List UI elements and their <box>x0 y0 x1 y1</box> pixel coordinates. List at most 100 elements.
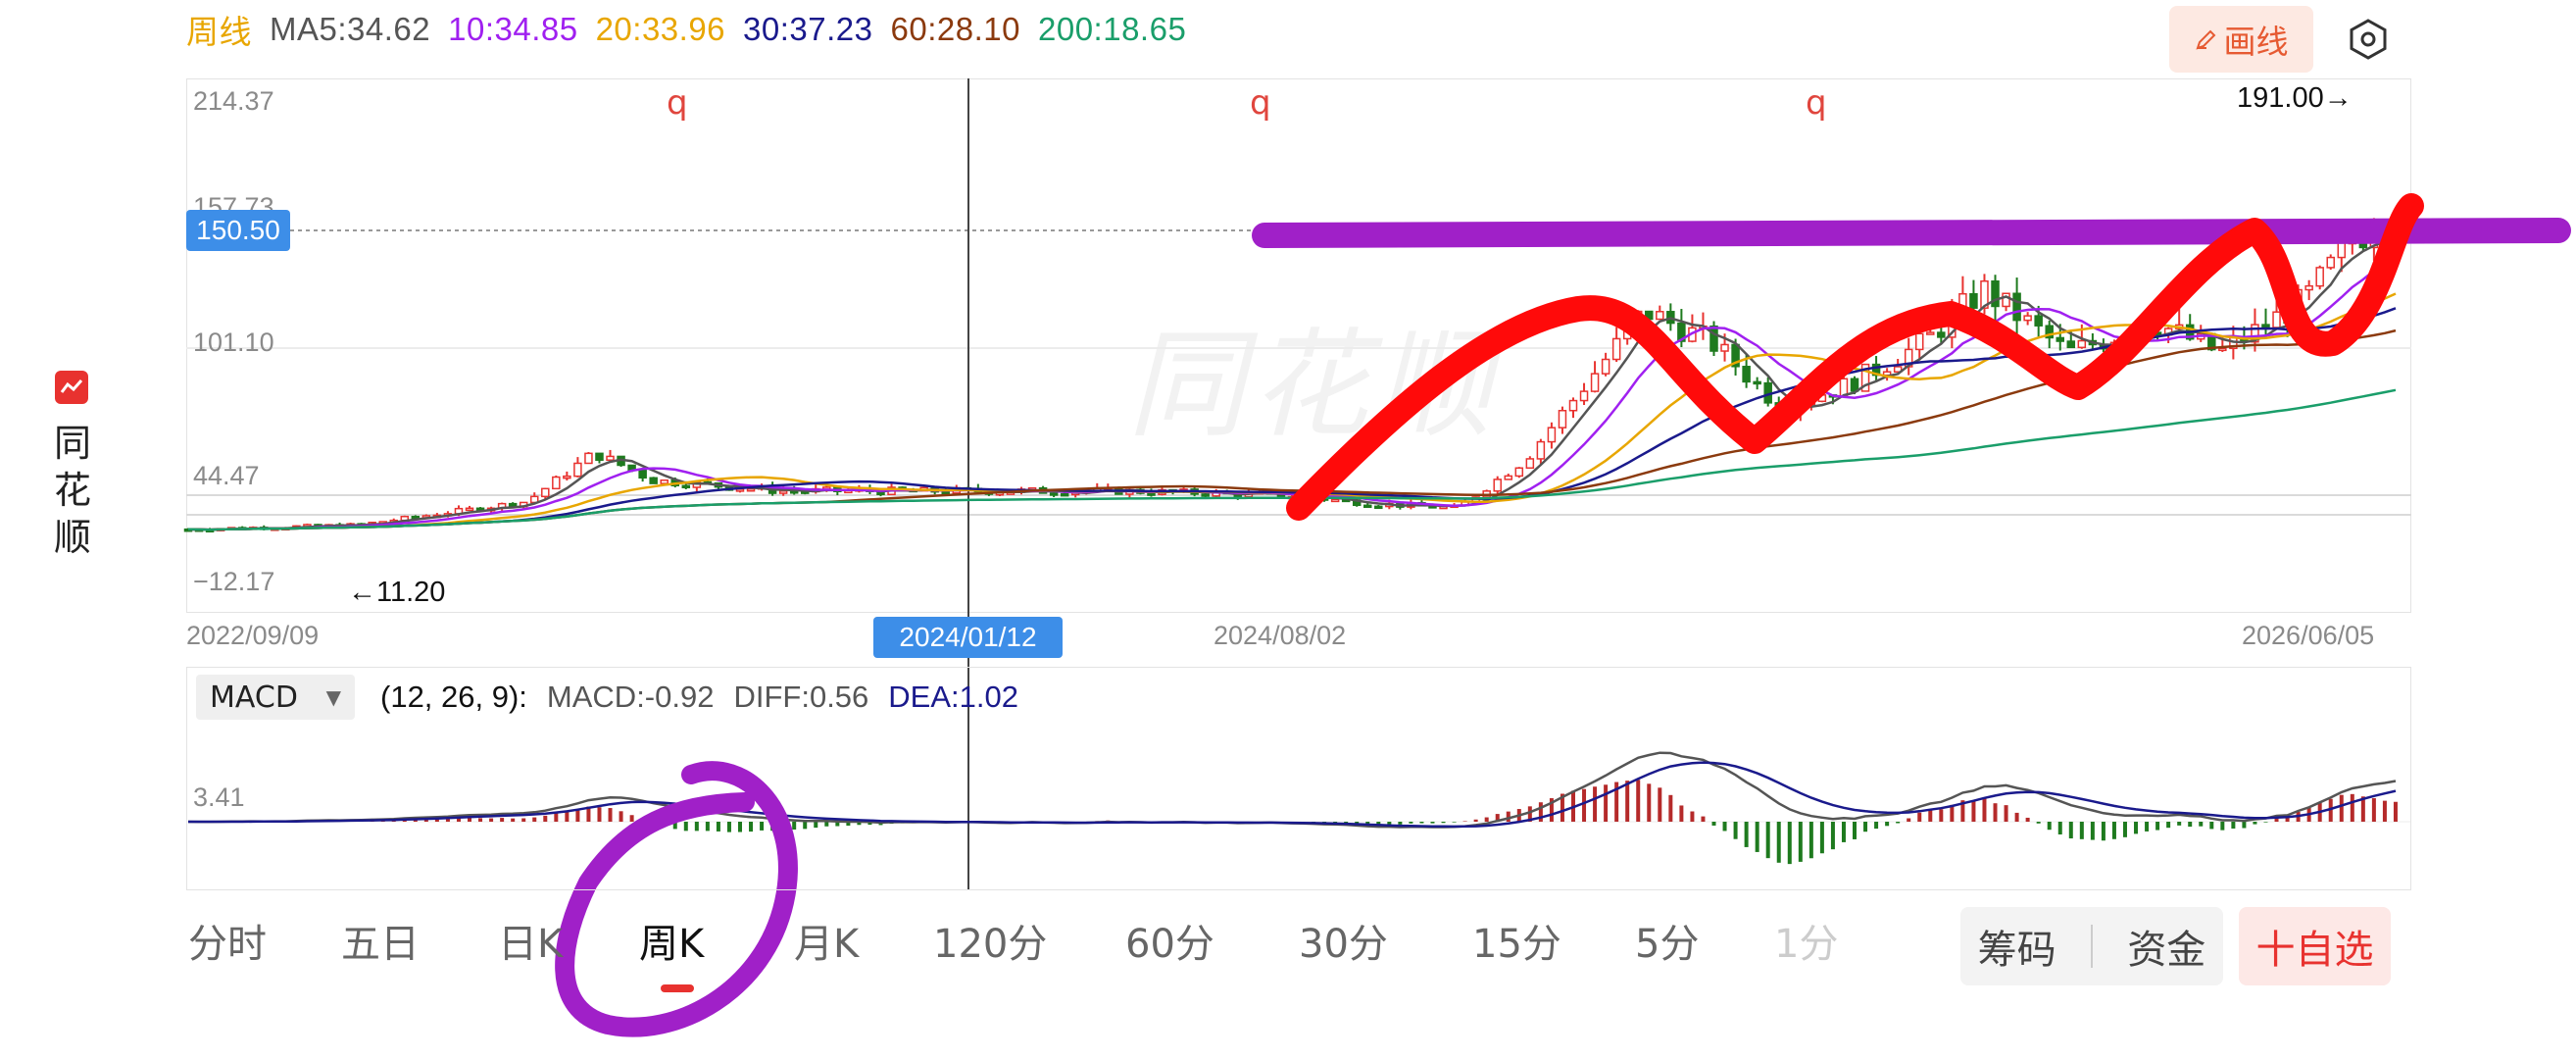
candle-body <box>1742 366 1751 383</box>
candle-body <box>1601 358 1610 375</box>
event-marker-2[interactable]: q <box>1250 83 1271 123</box>
low-price-label: ←11.20 <box>348 577 446 608</box>
candle-body <box>660 479 669 484</box>
candle-body <box>1504 475 1513 480</box>
candle-body <box>746 487 756 492</box>
chips-button[interactable]: 筹码 <box>1978 918 2056 975</box>
candle-body <box>1579 390 1589 402</box>
tab-daily[interactable]: 日K <box>498 912 563 969</box>
current-price-tag: 150.50 <box>186 210 290 251</box>
candle-body <box>649 477 658 484</box>
candle-body <box>1525 458 1535 470</box>
candle-body <box>1363 504 1372 509</box>
candle-body <box>1709 325 1718 352</box>
macd-value: MACD:-0.92 <box>546 680 715 714</box>
candle-body <box>2326 256 2335 269</box>
price-axis-label-5: −12.17 <box>193 567 275 596</box>
candle-body <box>541 487 550 498</box>
date-axis-label-end: 2026/06/05 <box>2242 621 2375 650</box>
tab-60min[interactable]: 60分 <box>1125 912 1214 969</box>
candle-body <box>1514 467 1524 478</box>
tab-weekly[interactable]: 周K <box>639 912 704 969</box>
indicator-select[interactable]: MACD ▼ <box>196 675 355 720</box>
candle-body <box>2012 292 2021 322</box>
hand-drawn-red-wave <box>1286 193 2424 521</box>
candle-body <box>1201 493 1210 497</box>
funds-button[interactable]: 资金 <box>2127 918 2205 975</box>
candle-body <box>2034 315 2043 327</box>
candle-body <box>1547 427 1557 443</box>
candle-body <box>465 507 474 512</box>
candle-body <box>681 484 691 489</box>
macd-axis-label: 3.41 <box>193 782 245 812</box>
candle-body <box>606 455 615 461</box>
chart-svg <box>183 78 2571 1037</box>
candle-body <box>2304 284 2313 291</box>
candle-body <box>1558 409 1567 429</box>
event-marker-3[interactable]: q <box>1806 83 1827 123</box>
tab-120min[interactable]: 120分 <box>933 912 1047 969</box>
candle-body <box>1720 343 1729 352</box>
candle-body <box>1060 492 1069 497</box>
tab-intraday[interactable]: 分时 <box>188 912 267 969</box>
candle-body <box>941 490 950 495</box>
candle-body <box>1147 492 1156 496</box>
indicator-select-value: MACD <box>210 680 298 715</box>
candle-body <box>1568 399 1578 412</box>
chips-funds-group: 筹码 资金 <box>1960 907 2223 985</box>
candle-body <box>2023 315 2032 322</box>
candle-body <box>1590 373 1600 392</box>
macd-params: (12, 26, 9): <box>380 680 527 714</box>
candle-body <box>2315 267 2324 287</box>
hand-drawn-purple-resistance-line <box>1252 218 2571 248</box>
candle-body <box>2272 311 2281 328</box>
candle-body <box>2261 324 2270 328</box>
candle-body <box>584 452 593 465</box>
candle-body <box>1937 331 1946 338</box>
crosshair-date-tag: 2024/01/12 <box>873 617 1063 658</box>
candle-body <box>1374 505 1383 510</box>
candle-body <box>2077 339 2087 349</box>
candle-body <box>1611 337 1621 361</box>
triangle-down-icon: ▼ <box>325 685 341 709</box>
candle-body <box>1049 492 1059 496</box>
tab-5min[interactable]: 5分 <box>1635 912 1699 969</box>
candle-body <box>638 469 647 479</box>
macd-legend: (12, 26, 9): MACD:-0.92 DIFF:0.56 DEA:1.… <box>380 675 1018 720</box>
price-axis-label-4: 44.47 <box>193 461 260 490</box>
tab-15min[interactable]: 15分 <box>1472 912 1561 969</box>
tab-monthly[interactable]: 月K <box>794 912 859 969</box>
date-axis-label-start: 2022/09/09 <box>186 621 320 650</box>
candle-body <box>2218 347 2227 352</box>
candle-body <box>595 452 604 461</box>
tab-1min[interactable]: 1分 <box>1774 912 1838 969</box>
candle-body <box>573 462 582 478</box>
period-tab-bar: 分时 五日 日K 周K 月K 120分 60分 30分 15分 5分 1分 <box>186 912 1838 981</box>
event-marker-1[interactable]: q <box>667 83 688 123</box>
add-watchlist-button[interactable]: 十自选 <box>2239 907 2391 985</box>
candle-body <box>1914 332 1924 351</box>
candle-body <box>1330 498 1340 503</box>
candle-body <box>1850 378 1859 392</box>
tab-30min[interactable]: 30分 <box>1299 912 1388 969</box>
high-price-label: 191.00→ <box>2237 82 2353 114</box>
candle-body <box>1753 380 1761 385</box>
candle-body <box>2337 240 2347 259</box>
candle-body <box>1926 331 1935 335</box>
date-axis-label-mid: 2024/08/02 <box>1214 621 1347 650</box>
active-tab-indicator <box>661 984 694 992</box>
candle-body <box>1969 292 1978 309</box>
candle-body <box>1656 311 1664 321</box>
price-axis-label-1: 214.37 <box>193 86 274 116</box>
candle-body <box>1536 440 1546 460</box>
dea-value: DEA:1.02 <box>888 680 1018 714</box>
candle-body <box>552 476 561 490</box>
tab-five-day[interactable]: 五日 <box>341 912 420 969</box>
candle-body <box>1493 479 1502 492</box>
candle-body <box>778 490 788 494</box>
candle-body <box>563 475 571 479</box>
candle-body <box>2056 336 2065 342</box>
divider <box>2090 925 2093 968</box>
diff-value: DIFF:0.56 <box>733 680 869 714</box>
price-axis-label-3: 101.10 <box>193 328 274 357</box>
